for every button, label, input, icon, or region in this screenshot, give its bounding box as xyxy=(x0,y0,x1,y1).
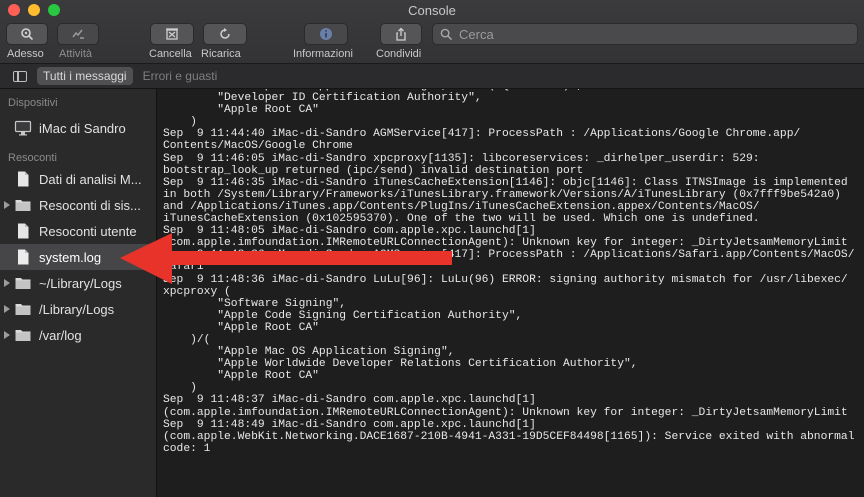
sidebar-item-label: Dati di analisi M... xyxy=(39,171,142,187)
document-icon xyxy=(18,223,29,239)
activity-button[interactable] xyxy=(57,23,99,45)
reports-header: Resoconti xyxy=(8,152,57,164)
now-label: Adesso xyxy=(7,48,44,60)
reload-icon xyxy=(220,28,230,39)
sidebar-item-library-logs[interactable]: /Library/Logs xyxy=(0,296,157,322)
sidebar-item-label: Resoconti utente xyxy=(39,223,137,239)
sidebar-item-system-log[interactable]: system.log xyxy=(0,244,157,270)
share-button[interactable] xyxy=(380,23,422,45)
log-text: "Developer ID Application: Google, Inc. … xyxy=(163,89,855,455)
sidebar-item-label: /Library/Logs xyxy=(39,301,115,317)
search-icon xyxy=(440,28,453,40)
sidebar-item-user-reports[interactable]: Resoconti utente xyxy=(0,218,157,244)
sidebar-item-label: system.log xyxy=(39,249,102,265)
disclosure-triangle-icon[interactable] xyxy=(4,279,10,287)
disclosure-triangle-icon[interactable] xyxy=(4,201,10,209)
search-input[interactable] xyxy=(459,26,839,42)
share-label: Condividi xyxy=(376,48,422,60)
folder-icon xyxy=(15,304,31,315)
clear-label: Cancella xyxy=(149,48,192,60)
disclosure-triangle-icon[interactable] xyxy=(4,331,10,339)
activity-label: Attività xyxy=(59,48,93,60)
clear-button[interactable] xyxy=(150,23,194,45)
devices-header: Dispositivi xyxy=(8,97,58,109)
now-button[interactable] xyxy=(6,23,48,45)
info-icon xyxy=(320,28,332,40)
imac-icon xyxy=(14,120,32,136)
sidebar-item-analytics-data[interactable]: Dati di analisi M... xyxy=(0,166,157,192)
document-icon xyxy=(18,171,29,187)
filter-errors-button[interactable]: Errori e guasti xyxy=(143,69,218,83)
sidebar-item-label: iMac di Sandro xyxy=(39,120,126,136)
sidebar-item-system-reports[interactable]: Resoconti di sis... xyxy=(0,192,157,218)
log-view[interactable]: "Developer ID Application: Google, Inc. … xyxy=(158,89,864,497)
info-label: Informazioni xyxy=(293,48,353,60)
activity-icon xyxy=(72,29,84,39)
reload-label: Ricarica xyxy=(201,48,241,60)
document-icon xyxy=(18,249,29,265)
sidebar-item-var-log[interactable]: /var/log xyxy=(0,322,157,348)
filter-all-messages-button[interactable]: Tutti i messaggi xyxy=(37,67,133,85)
search-field[interactable] xyxy=(432,23,858,45)
sidebar-item-label: /var/log xyxy=(39,327,82,343)
reload-button[interactable] xyxy=(203,23,247,45)
toolbar: Console Adesso Attività Cancella Ricaric… xyxy=(0,0,864,64)
sidebar-item-label: ~/Library/Logs xyxy=(39,275,122,291)
filter-bar: Tutti i messaggi Errori e guasti xyxy=(0,64,864,89)
disclosure-triangle-icon[interactable] xyxy=(4,305,10,313)
sidebar-toggle-icon[interactable] xyxy=(13,70,27,82)
folder-icon xyxy=(15,278,31,289)
folder-icon xyxy=(15,200,31,211)
sidebar-item-label: Resoconti di sis... xyxy=(39,197,141,213)
folder-icon xyxy=(15,330,31,341)
trash-icon xyxy=(166,28,178,40)
share-icon xyxy=(396,27,406,41)
sidebar: Dispositivi iMac di Sandro Resoconti Dat… xyxy=(0,89,157,497)
sidebar-item-device[interactable]: iMac di Sandro xyxy=(0,115,157,141)
target-icon xyxy=(21,28,34,41)
info-button[interactable] xyxy=(304,23,348,45)
window-title: Console xyxy=(408,3,456,18)
sidebar-item-user-library-logs[interactable]: ~/Library/Logs xyxy=(0,270,157,296)
